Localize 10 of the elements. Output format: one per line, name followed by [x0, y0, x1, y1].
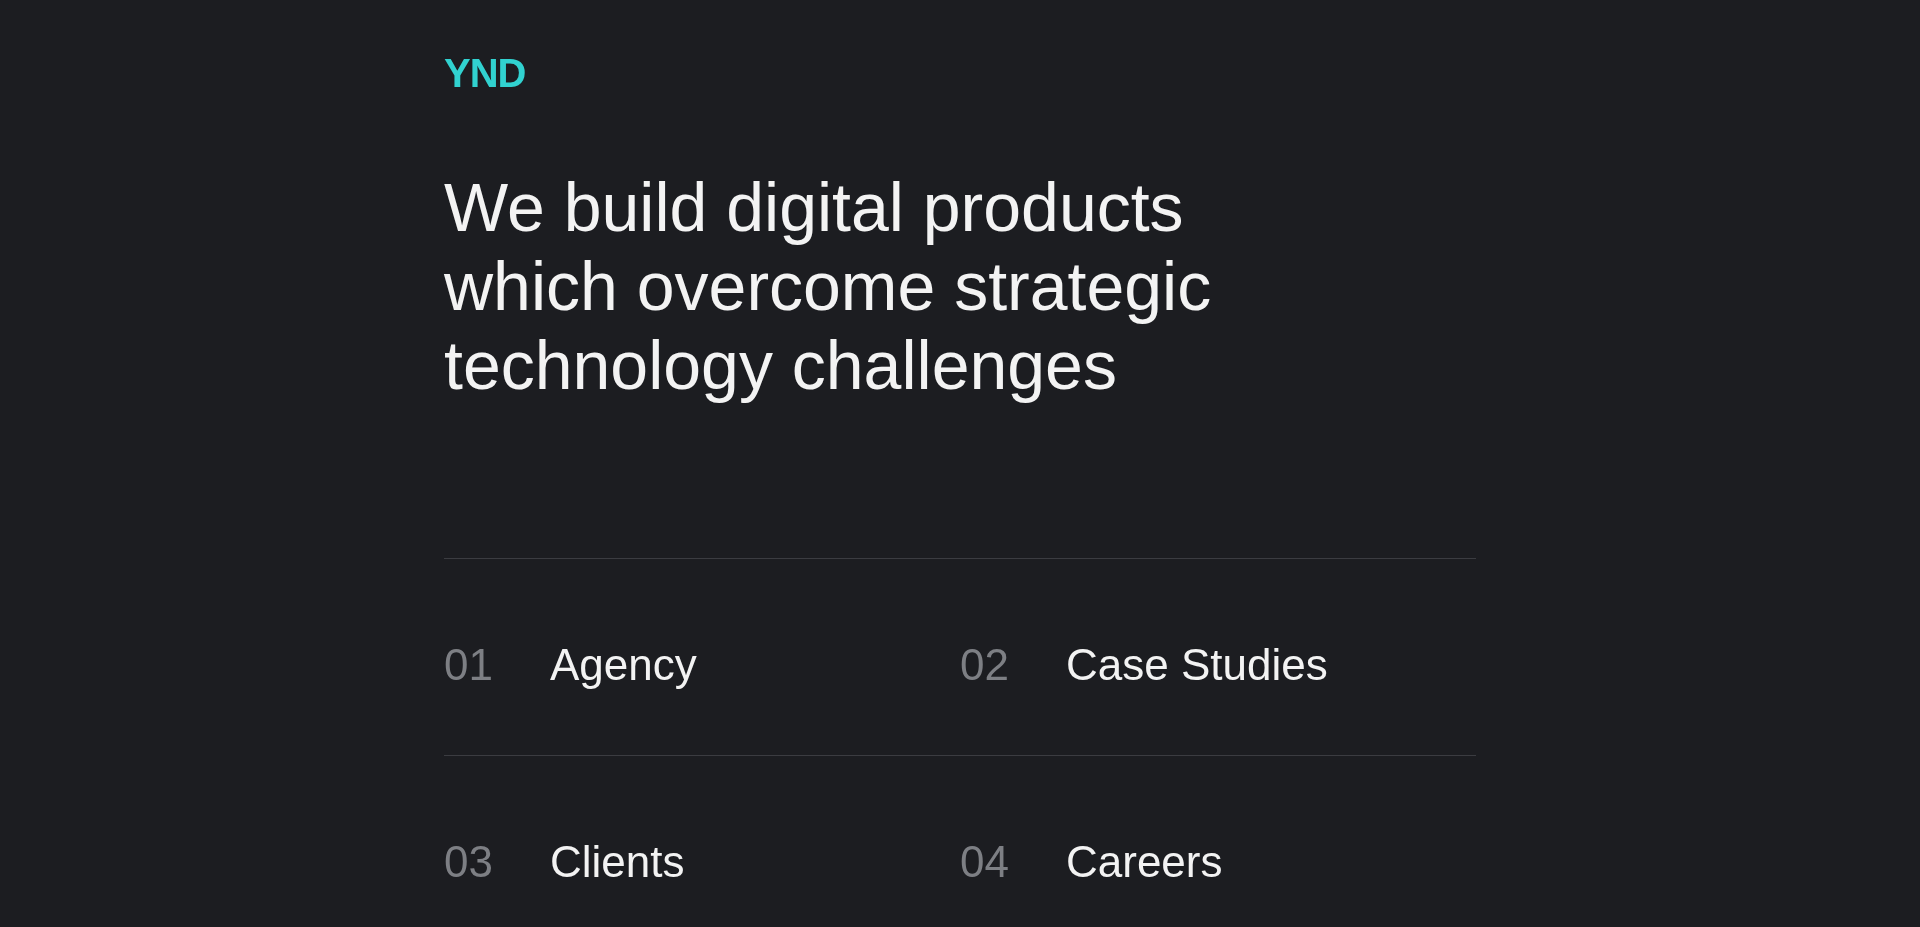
nav-link[interactable]: Careers [1066, 837, 1223, 887]
nav-number: 03 [444, 837, 494, 887]
logo-wordmark[interactable]: YND [444, 53, 526, 93]
headline: We build digital products which overcome strategic technology challenges [444, 168, 1213, 405]
nav-number: 02 [960, 640, 1010, 690]
nav-link[interactable]: Agency [550, 640, 697, 690]
nav-link[interactable]: Case Studies [1066, 640, 1328, 690]
nav-link[interactable]: Clients [550, 837, 685, 887]
nav-number: 01 [444, 640, 494, 690]
nav-number: 04 [960, 837, 1010, 887]
